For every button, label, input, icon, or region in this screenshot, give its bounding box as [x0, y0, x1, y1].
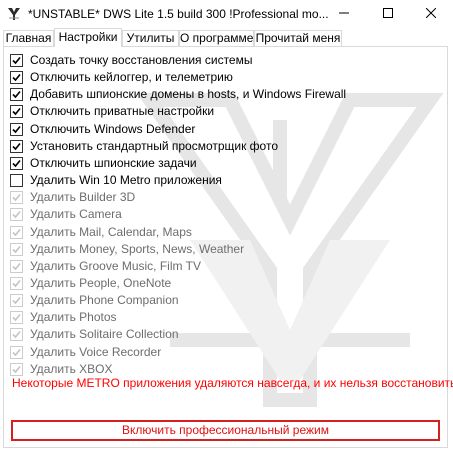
option-row[interactable]: Создать точку восстановления системы [10, 52, 252, 69]
maximize-icon [383, 7, 393, 21]
option-checkbox [10, 191, 23, 205]
option-label: Удалить Win 10 Metro приложения [30, 173, 222, 187]
option-label: Добавить шпионские домены в hosts, и Win… [30, 87, 347, 102]
option-checkbox [10, 311, 23, 325]
app-window: *UNSTABLE* DWS Lite 1.5 build 300 !Profe… [0, 0, 453, 452]
tab-label: О программе [180, 31, 254, 45]
tab-label: Настройки [58, 30, 118, 44]
option-row[interactable]: Отключить приватные настройки [10, 103, 214, 120]
option-checkbox [10, 225, 23, 239]
title-bar[interactable]: *UNSTABLE* DWS Lite 1.5 build 300 !Profe… [0, 0, 453, 28]
option-label: Отключить шпионские задачи [30, 155, 197, 170]
tab-settings[interactable]: Настройки [54, 28, 122, 47]
option-row[interactable]: Отключить кейлоггер, и телеметрию [10, 69, 233, 86]
option-checkbox[interactable] [10, 122, 23, 136]
tab-label: Прочитай меня [255, 31, 341, 45]
checkmark-icon [12, 125, 21, 133]
option-row: Удалить Voice Recorder [10, 344, 161, 361]
checkmark-icon [12, 211, 21, 219]
option-checkbox [10, 242, 23, 256]
option-row: Удалить Phone Companion [10, 292, 179, 309]
option-row[interactable]: Добавить шпионские домены в hosts, и Win… [10, 86, 346, 103]
close-button[interactable] [409, 0, 453, 28]
close-icon [425, 7, 437, 21]
option-checkbox [10, 328, 23, 342]
option-row: Удалить Groove Music, Film TV [10, 258, 201, 275]
window-title: *UNSTABLE* DWS Lite 1.5 build 300 !Profe… [28, 7, 329, 21]
checkmark-icon [12, 365, 21, 373]
maximize-button[interactable] [366, 0, 410, 28]
option-checkbox [10, 294, 23, 308]
option-row: Удалить Mail, Calendar, Maps [10, 224, 192, 241]
enable-professional-mode-button[interactable]: Включить профессиональный режим [11, 420, 440, 441]
option-row: Удалить Solitaire Collection [10, 326, 179, 343]
tab-readme[interactable]: Прочитай меня [254, 30, 342, 46]
option-row[interactable]: Отключить шпионские задачи [10, 155, 197, 172]
option-label: Удалить Mail, Calendar, Maps [30, 224, 192, 239]
option-label: Отключить кейлоггер, и телеметрию [30, 70, 233, 85]
checkmark-icon [12, 245, 21, 253]
tab-label: Главная [5, 31, 52, 45]
option-label: Удалить Builder 3D [30, 190, 136, 205]
option-label: Создать точку восстановления системы [30, 53, 253, 67]
checkmark-icon [12, 74, 21, 82]
option-row[interactable]: Установить стандартный просмотрщик фото [10, 138, 278, 155]
checkmark-icon [12, 228, 21, 236]
minimize-button[interactable] [322, 0, 366, 28]
option-checkbox [10, 345, 23, 359]
tab-label: Утилиты [126, 31, 175, 45]
option-row: Удалить Photos [10, 309, 117, 326]
option-checkbox[interactable] [10, 88, 23, 102]
option-checkbox[interactable] [10, 174, 23, 187]
checkmark-icon [12, 314, 21, 322]
option-row: Удалить Camera [10, 206, 122, 223]
tab-main[interactable]: Главная [3, 30, 54, 46]
option-checkbox[interactable] [10, 105, 23, 119]
option-label: Установить стандартный просмотрщик фото [30, 138, 279, 153]
tab-utilities[interactable]: Утилиты [122, 30, 179, 46]
checkmark-icon [12, 194, 21, 202]
option-checkbox [10, 208, 23, 222]
checkmark-icon [12, 159, 21, 168]
option-label: Удалить Camera [30, 207, 122, 222]
checkmark-icon [12, 262, 21, 270]
checkmark-icon [12, 108, 21, 116]
option-checkbox[interactable] [10, 54, 23, 67]
option-checkbox [10, 276, 23, 290]
option-checkbox [10, 259, 23, 273]
checkmark-icon [12, 279, 21, 288]
app-logo-icon [6, 6, 22, 22]
tab-strip: Главная Настройки Утилиты О программе Пр… [0, 28, 453, 47]
option-checkbox[interactable] [10, 71, 23, 85]
checkmark-icon [12, 331, 21, 339]
option-label: Удалить Phone Companion [30, 293, 179, 308]
minimize-icon [339, 7, 349, 21]
option-checkbox[interactable] [10, 139, 23, 153]
option-label: Отключить Windows Defender [30, 121, 196, 136]
checkmark-icon [12, 348, 21, 356]
checkmark-icon [12, 142, 21, 150]
option-label: Удалить Voice Recorder [30, 344, 162, 359]
option-row: Удалить Money, Sports, News, Weather [10, 241, 244, 258]
option-checkbox [10, 362, 23, 376]
option-row: Удалить People, OneNote [10, 275, 171, 292]
option-row[interactable]: Отключить Windows Defender [10, 121, 195, 138]
checkmark-icon [12, 297, 21, 305]
option-label: Удалить People, OneNote [30, 275, 172, 290]
option-label: Удалить Solitaire Collection [30, 327, 179, 342]
option-label: Удалить Money, Sports, News, Weather [30, 241, 245, 256]
metro-warning-text: Некоторые METRO приложения удаляются нав… [12, 376, 453, 390]
tab-about[interactable]: О программе [179, 30, 254, 46]
option-label: Отключить приватные настройки [30, 104, 215, 119]
option-checkbox[interactable] [10, 156, 23, 170]
checkmark-icon [12, 91, 21, 99]
option-label: Удалить Groove Music, Film TV [30, 258, 201, 273]
option-label: Удалить Photos [30, 310, 117, 325]
checkmark-icon [12, 56, 21, 65]
option-row: Удалить Builder 3D [10, 189, 135, 206]
option-row[interactable]: Удалить Win 10 Metro приложения [10, 172, 222, 189]
